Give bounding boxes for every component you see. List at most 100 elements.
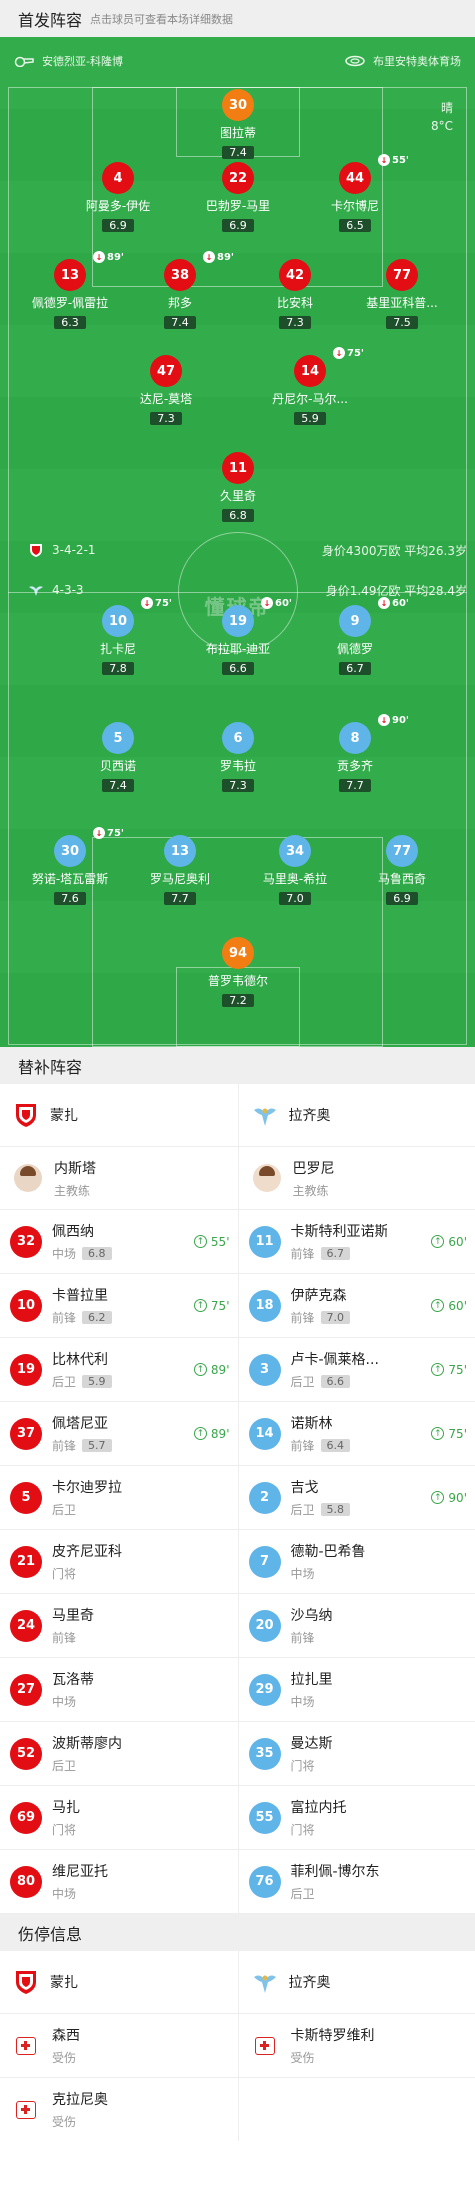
player-rating: 6.5	[339, 219, 371, 232]
jersey-number: 18	[248, 1289, 281, 1322]
away-sub-3[interactable]: 3 卢卡-佩莱格... 后卫 6.6 ↑ 75'	[237, 1338, 475, 1401]
home-sub-19[interactable]: 19 比林代利 后卫 5.9 ↑ 89'	[0, 1338, 238, 1401]
home-sub-21[interactable]: 21 皮齐尼亚科 门将	[0, 1530, 238, 1593]
player-rating: 6.7	[339, 662, 371, 675]
injury-away-team-cell[interactable]: 拉齐奥	[237, 1951, 475, 2013]
player-rating: 7.4	[164, 316, 196, 329]
player-name: 阿曼多-伊佐	[85, 199, 151, 213]
jersey-number: 30 ↓ 75'	[54, 827, 124, 867]
home-coach-cell[interactable]: 内斯塔 主教练	[0, 1147, 238, 1209]
player-rating: 7.7	[339, 779, 371, 792]
sub-meta: 前锋 5.7	[52, 1437, 112, 1454]
injury-header: 伤停信息	[0, 1914, 475, 1951]
home-sub-37[interactable]: 37 佩塔尼亚 前锋 5.7 ↑ 89'	[0, 1402, 238, 1465]
home-player-11[interactable]: 11 久里奇 6.8	[173, 452, 303, 523]
sub-info: 诺斯林 前锋 6.4	[291, 1413, 351, 1454]
sub-info: 波斯蒂廖内 后卫	[52, 1733, 122, 1774]
away-sub-35[interactable]: 35 曼达斯 门将	[237, 1722, 475, 1785]
sub-position: 前锋	[290, 1247, 315, 1261]
sub-minute: 75'	[155, 597, 172, 609]
away-team-cell[interactable]: 拉齐奥	[237, 1084, 475, 1146]
substitution-marker: ↓ 55'	[378, 154, 409, 166]
home-player-38[interactable]: 38 ↓ 89' 邦多 7.4	[115, 251, 245, 330]
home-player-22[interactable]: 22 巴勃罗-马里 6.9	[173, 162, 303, 233]
injury-home-cell-1[interactable]: 森西 受伤	[0, 2014, 238, 2077]
injury-home-team-cell[interactable]: 蒙扎	[0, 1951, 238, 2013]
away-player-8[interactable]: 8 ↓ 90' 贡多齐 7.7	[290, 714, 420, 793]
player-rating: 6.9	[222, 219, 254, 232]
sub-name: 维尼亚托	[52, 1864, 108, 1880]
player-rating: 7.3	[150, 412, 182, 425]
lineup-header: 首发阵容 点击球员可查看本场详细数据	[0, 0, 475, 37]
sub-meta: 中场	[52, 1885, 108, 1902]
sub-name: 德勒-巴希鲁	[290, 1544, 366, 1560]
sub-name: 曼达斯	[290, 1736, 333, 1752]
away-sub-2[interactable]: 2 吉戈 后卫 5.8 ↑ 90'	[237, 1466, 475, 1529]
home-player-77[interactable]: 77 基里亚科普... 7.5	[337, 259, 467, 330]
rating-wrap: 7.3	[173, 774, 303, 793]
away-player-77[interactable]: 77 马鲁西奇 6.9	[337, 835, 467, 906]
away-sub-20[interactable]: 20 沙乌纳 前锋	[237, 1594, 475, 1657]
jersey-number: 20	[248, 1609, 281, 1642]
home-sub-80[interactable]: 80 维尼亚托 中场	[0, 1850, 238, 1913]
sub-in-event: ↑ 60'	[431, 1299, 467, 1313]
jersey-number: 8 ↓ 90'	[339, 714, 409, 754]
sub-position: 后卫	[52, 1375, 77, 1389]
player-name: 邦多	[167, 296, 192, 310]
sub-out-icon: ↓	[93, 251, 106, 263]
home-player-44[interactable]: 44 ↓ 55' 卡尔博尼 6.5	[290, 154, 420, 233]
away-coach-role: 主教练	[292, 1183, 329, 1198]
sub-out-icon: ↓	[333, 347, 346, 359]
jersey-number: 32	[10, 1225, 42, 1258]
home-player-14[interactable]: 14 ↓ 75' 丹尼尔-马尔... 5.9	[245, 347, 375, 426]
home-team-cell[interactable]: 蒙扎	[0, 1084, 238, 1146]
away-player-13[interactable]: 13 罗马尼奥利 7.7	[115, 835, 245, 906]
sub-name: 卡斯特利亚诺斯	[290, 1224, 387, 1240]
injury-home-cell-2[interactable]: 克拉尼奥 受伤	[0, 2078, 238, 2141]
sub-info: 富拉内托 门将	[291, 1797, 347, 1838]
rating-wrap: 6.8	[173, 504, 303, 523]
jersey-number: 13	[164, 835, 196, 867]
away-sub-7[interactable]: 7 德勒-巴希鲁 中场	[237, 1530, 475, 1593]
jersey-number: 76	[248, 1865, 281, 1898]
home-sub-27[interactable]: 27 瓦洛蒂 中场	[0, 1658, 238, 1721]
away-player-5[interactable]: 5 贝西诺 7.4	[53, 722, 183, 793]
home-sub-24[interactable]: 24 马里奇 前锋	[0, 1594, 238, 1657]
sub-name: 菲利佩-博尔东	[290, 1864, 380, 1880]
home-sub-5[interactable]: 5 卡尔迪罗拉 后卫	[0, 1466, 238, 1529]
home-player-47[interactable]: 47 达尼-莫塔 7.3	[101, 355, 231, 426]
player-name: 普罗韦德尔	[207, 974, 268, 988]
away-coach-cell[interactable]: 巴罗尼 主教练	[237, 1147, 475, 1209]
away-sub-29[interactable]: 29 拉扎里 中场	[237, 1658, 475, 1721]
away-player-10[interactable]: 10 ↓ 75' 扎卡尼 7.8	[53, 597, 183, 676]
away-sub-11[interactable]: 11 卡斯特利亚诺斯 前锋 6.7 ↑ 60'	[237, 1210, 475, 1273]
sub-out-icon: ↓	[378, 597, 391, 609]
away-sub-14[interactable]: 14 诺斯林 前锋 6.4 ↑ 75'	[237, 1402, 475, 1465]
away-player-9[interactable]: 9 ↓ 60' 佩德罗 6.7	[290, 597, 420, 676]
jersey-number: 10	[10, 1289, 42, 1322]
substitution-marker: ↓ 75'	[333, 347, 364, 359]
injury-away-cell-1[interactable]: 卡斯特罗维利 受伤	[237, 2014, 475, 2077]
player-rating: 7.3	[222, 779, 254, 792]
jersey-number: 6	[222, 722, 254, 754]
jersey-number: 77	[386, 259, 418, 291]
away-player-6[interactable]: 6 罗韦拉 7.3	[173, 722, 303, 793]
home-sub-10[interactable]: 10 卡普拉里 前锋 6.2 ↑ 75'	[0, 1274, 238, 1337]
sub-in-icon: ↑	[431, 1235, 445, 1248]
home-player-30[interactable]: 30 图拉蒂 7.4	[173, 89, 303, 160]
away-sub-76[interactable]: 76 菲利佩-博尔东 后卫	[237, 1850, 475, 1913]
home-sub-32[interactable]: 32 佩西纳 中场 6.8 ↑ 55'	[0, 1210, 238, 1273]
away-player-19[interactable]: 19 ↓ 60' 布拉耶-迪亚 6.6	[173, 597, 303, 676]
sub-position: 门将	[290, 1823, 315, 1837]
away-sub-55[interactable]: 55 富拉内托 门将	[237, 1786, 475, 1849]
away-player-94[interactable]: 94 普罗韦德尔 7.2	[173, 937, 303, 1008]
player-name: 基里亚科普...	[366, 296, 438, 310]
rating-wrap: 7.7	[115, 887, 245, 906]
away-sub-18[interactable]: 18 伊萨克森 前锋 7.0 ↑ 60'	[237, 1274, 475, 1337]
home-sub-69[interactable]: 69 马扎 门将	[0, 1786, 238, 1849]
rating-wrap: 6.9	[173, 214, 303, 233]
home-player-4[interactable]: 4 阿曼多-伊佐 6.9	[53, 162, 183, 233]
home-sub-52[interactable]: 52 波斯蒂廖内 后卫	[0, 1722, 238, 1785]
sub-row: 21 皮齐尼亚科 门将 7 德勒-巴希鲁 中场	[0, 1530, 475, 1594]
sub-rating: 6.2	[82, 1311, 112, 1324]
